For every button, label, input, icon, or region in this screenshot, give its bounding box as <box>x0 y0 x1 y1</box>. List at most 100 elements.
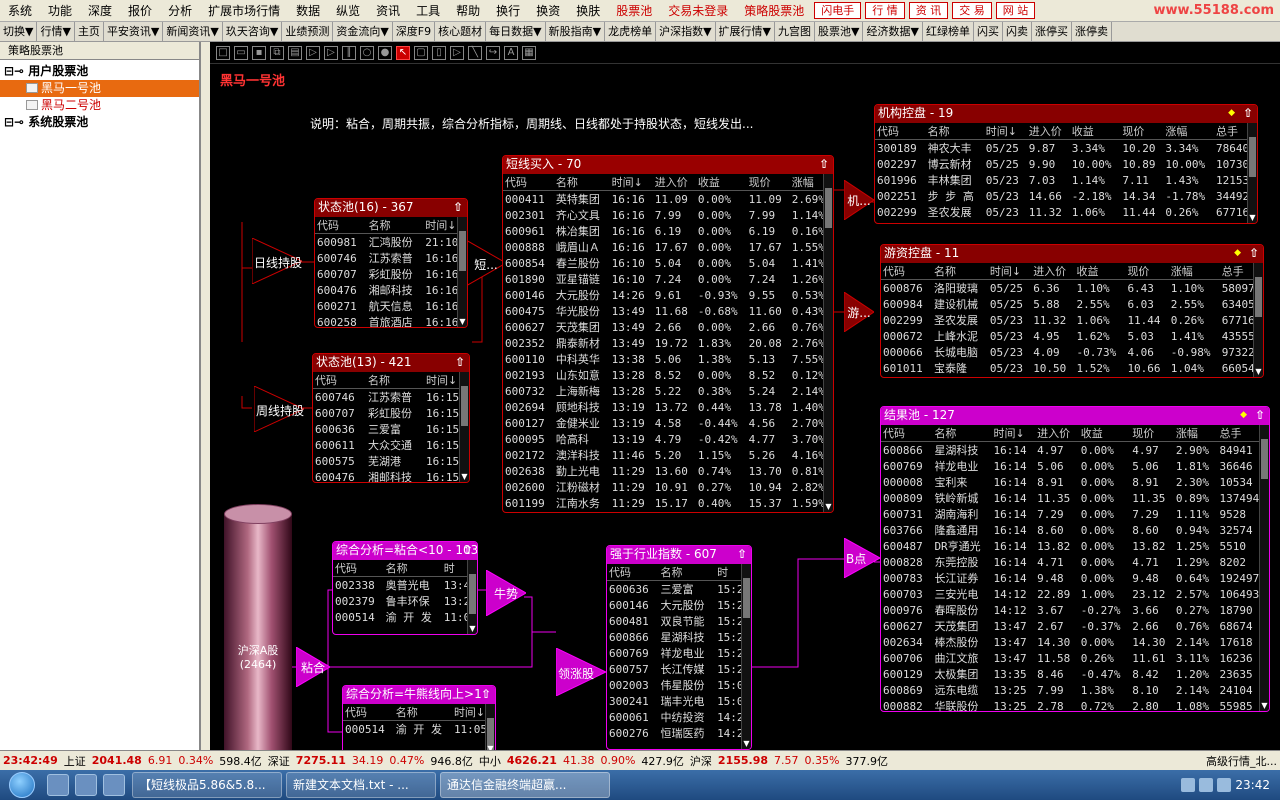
column-header[interactable]: 名称 <box>366 217 424 234</box>
box-collapse-icon[interactable]: ⇧ <box>1243 105 1253 122</box>
function-tab[interactable]: 扩展行情▼ <box>716 22 776 41</box>
menu-item[interactable]: 帮助 <box>448 0 488 22</box>
table-row[interactable]: 600276 恒瑞医药 14:2 <box>607 725 751 741</box>
scroll-down-icon[interactable]: ▼ <box>468 624 477 634</box>
column-header[interactable]: 收益 <box>1069 123 1121 140</box>
menu-item[interactable]: 系统 <box>0 0 40 22</box>
box-scrollbar[interactable]: ▼ <box>485 704 495 750</box>
table-row[interactable]: 600095 哈高科 13:19 4.79 -0.42% 4.77 3.70% <box>503 431 833 447</box>
scroll-thumb[interactable] <box>459 231 466 271</box>
table-row[interactable]: 600757 长江传媒 15:2 <box>607 661 751 677</box>
table-row[interactable]: 000514 渝 开 发 11:05 <box>343 721 495 738</box>
table-row[interactable]: 002634 棒杰股份 13:47 14.30 0.00% 14.30 2.14% 17618 <box>881 634 1269 650</box>
box-scrollbar[interactable]: ▼ <box>457 217 467 327</box>
node-weekly-hold[interactable]: 周线持股 <box>254 386 304 432</box>
function-tab[interactable]: 深度F9 <box>393 22 436 41</box>
table-row[interactable]: 002299 圣农发展 05/23 11.32 1.06% 11.44 0.26% 67716 <box>881 312 1263 328</box>
box-status-pool-2[interactable]: 状态池(13) - 421 ⇧ 代码 名称 时间↓ 600746 江苏索普 16:15 6007… <box>312 353 470 483</box>
box-collapse-icon[interactable]: ⇧ <box>1249 245 1259 262</box>
table-row[interactable]: 000882 华联股份 13:25 2.78 0.72% 2.80 1.08% 55985 <box>881 698 1269 712</box>
column-header[interactable]: 收益 <box>1078 425 1131 442</box>
table-row[interactable]: 000783 长江证券 16:14 9.48 0.00% 9.48 0.64% 192497 <box>881 570 1269 586</box>
box-pin-icon[interactable]: ◆ <box>1234 245 1241 262</box>
table-row[interactable]: 600854 春兰股份 16:10 5.04 0.00% 5.04 1.41% <box>503 255 833 271</box>
table-row[interactable]: 600769 祥龙电业 15:2 <box>607 645 751 661</box>
box-header[interactable]: 综合分析=牛熊线向上>1 ⇧ <box>343 686 495 704</box>
function-tab[interactable]: 新闻资讯▼ <box>163 22 223 41</box>
column-header[interactable]: 名称 <box>553 174 610 191</box>
table-row[interactable]: 600475 华光股份 13:49 11.68 -0.68% 11.60 0.43% <box>503 303 833 319</box>
column-header[interactable]: 时间↓ <box>987 263 1032 280</box>
function-tab[interactable]: 闪买 <box>974 22 1003 41</box>
tree-node-pool2[interactable]: 黑马二号池 <box>0 97 199 114</box>
scroll-down-icon[interactable]: ▼ <box>824 502 833 512</box>
tree-node-system-pool[interactable]: ⊟⊸ 系统股票池 <box>0 114 199 131</box>
box-collapse-icon[interactable]: ⇧ <box>463 542 473 559</box>
table-row[interactable]: 002600 江粉磁材 11:29 10.91 0.27% 10.94 2.82% <box>503 479 833 495</box>
box-hot-money-control[interactable]: 游资控盘 - 11 ◆ ⇧ 代码 名称 时间↓ 进入价 收益 现价 涨幅 总手 600876 洛阳玻璃 0… <box>880 244 1264 378</box>
box-header[interactable]: 游资控盘 - 11 ◆ ⇧ <box>881 245 1263 263</box>
table-row[interactable]: 600627 天茂集团 13:47 2.67 -0.37% 2.66 0.76% 68674 <box>881 618 1269 634</box>
column-header[interactable]: 代码 <box>333 560 384 577</box>
function-tab[interactable]: 涨停买 <box>1032 22 1072 41</box>
box-collapse-icon[interactable]: ⇧ <box>819 156 829 173</box>
table-row[interactable]: 600627 天茂集团 13:49 2.66 0.00% 2.66 0.76% <box>503 319 833 335</box>
column-header[interactable]: 名称 <box>383 560 442 577</box>
table-row[interactable]: 600707 彩虹股份 16:15 <box>313 405 469 421</box>
node-bdian[interactable]: B点 <box>844 538 880 578</box>
table-row[interactable]: 002694 顾地科技 13:19 13.72 0.44% 13.78 1.40% <box>503 399 833 415</box>
column-header[interactable]: 代码 <box>881 425 933 442</box>
table-row[interactable]: 601996 丰林集团 05/23 7.03 1.14% 7.11 1.43% 12153 <box>875 172 1257 188</box>
column-header[interactable]: 名称 <box>925 123 984 140</box>
column-header[interactable]: 现价 <box>746 174 790 191</box>
menu-item[interactable]: 纵览 <box>328 0 368 22</box>
menu-item-highlight[interactable]: 股票池 <box>608 0 660 22</box>
column-header[interactable]: 代码 <box>313 372 366 389</box>
node-lingzhang[interactable]: 领涨股 <box>556 648 606 696</box>
function-tab[interactable]: 闪卖 <box>1003 22 1032 41</box>
table-row[interactable]: 600575 芜湖港 16:15 <box>313 453 469 469</box>
box-pin-icon[interactable]: ◆ <box>1228 105 1235 122</box>
table-row[interactable]: 600127 金健米业 13:19 4.58 -0.44% 4.56 2.70% <box>503 415 833 431</box>
scroll-thumb[interactable] <box>743 578 750 618</box>
menu-item[interactable]: 报价 <box>120 0 160 22</box>
scroll-down-icon[interactable]: ▼ <box>458 317 467 327</box>
function-tab[interactable]: 沪深指数▼ <box>656 22 716 41</box>
function-tab[interactable]: 涨停卖 <box>1072 22 1112 41</box>
column-header[interactable]: 进入价 <box>1035 425 1079 442</box>
function-tab[interactable]: 红绿榜单 <box>923 22 974 41</box>
node-daily-hold[interactable]: 日线持股 <box>252 238 302 284</box>
box-collapse-icon[interactable]: ⇧ <box>481 686 491 703</box>
column-header[interactable]: 涨幅 <box>1173 425 1218 442</box>
table-row[interactable]: 600769 祥龙电业 16:14 5.06 0.00% 5.06 1.81% 36646 <box>881 458 1269 474</box>
box-scrollbar[interactable]: ▼ <box>741 564 751 749</box>
column-header[interactable]: 名称 <box>931 263 988 280</box>
box-header[interactable]: 机构控盘 - 19 ◆ ⇧ <box>875 105 1257 123</box>
scroll-thumb[interactable] <box>825 188 832 228</box>
taskbar-task[interactable]: 通达信金融终端超赢... <box>440 772 610 798</box>
column-header[interactable]: 收益 <box>695 174 747 191</box>
column-header[interactable]: 进入价 <box>652 174 696 191</box>
node-hot[interactable]: 游... <box>844 292 874 332</box>
column-header[interactable]: 时间↓ <box>983 123 1027 140</box>
sidebar-splitter[interactable] <box>200 42 210 750</box>
quicklaunch-media-icon[interactable] <box>75 774 97 796</box>
scroll-down-icon[interactable]: ▼ <box>742 739 751 749</box>
column-header[interactable]: 代码 <box>881 263 932 280</box>
menu-item[interactable]: 深度 <box>80 0 120 22</box>
menu-item[interactable]: 换肤 <box>568 0 608 22</box>
table-row[interactable]: 002338 奥普光电 13:4 <box>333 577 477 594</box>
table-row[interactable]: 600869 远东电缆 13:25 7.99 1.38% 8.10 2.14% 24104 <box>881 682 1269 698</box>
table-row[interactable]: 002193 山东如意 13:28 8.52 0.00% 8.52 0.12% <box>503 367 833 383</box>
table-row[interactable]: 002003 伟星股份 15:0 <box>607 677 751 693</box>
table-row[interactable]: 600984 建设机械 05/25 5.88 2.55% 6.03 2.55% 63405 <box>881 296 1263 312</box>
menu-item-highlight[interactable]: 策略股票池 <box>736 0 812 22</box>
table-row[interactable]: 600271 航天信息 16:16 <box>315 298 467 314</box>
box-scrollbar[interactable]: ▼ <box>459 372 469 482</box>
table-row[interactable]: 002297 博云新材 05/25 9.90 10.00% 10.89 10.00% 1073… <box>875 156 1257 172</box>
tray-clock[interactable]: 23:42 <box>1235 778 1270 792</box>
table-row[interactable]: 002251 步 步 高 05/23 14.66 -2.18% 14.34 -1.78% 34… <box>875 188 1257 204</box>
column-header[interactable]: 进入价 <box>1031 263 1075 280</box>
tree-node-pool1[interactable]: 黑马一号池 <box>0 80 199 97</box>
quick-button[interactable]: 行 情 <box>865 2 905 19</box>
